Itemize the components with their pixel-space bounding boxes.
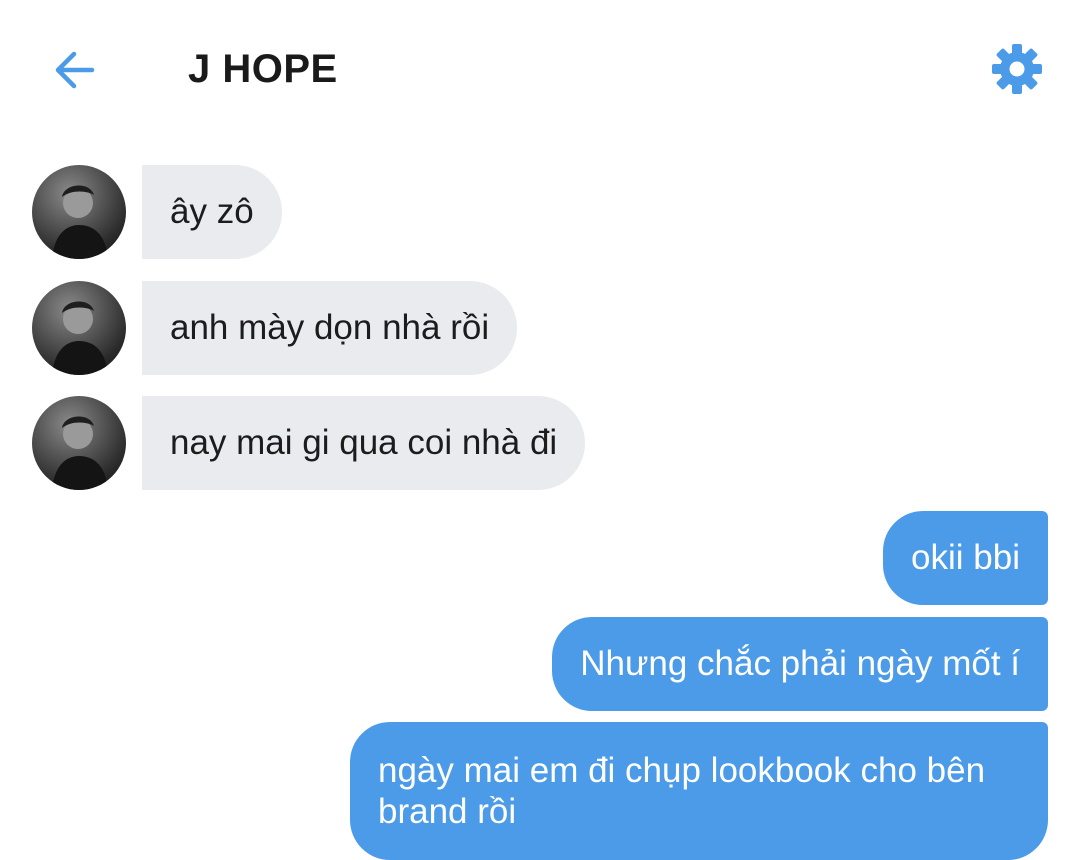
back-button[interactable] <box>44 44 104 100</box>
avatar[interactable] <box>32 165 126 259</box>
message-bubble-incoming: nay mai gi qua coi nhà đi <box>142 396 586 490</box>
message-bubble-incoming: anh mày dọn nhà rồi <box>142 281 518 375</box>
message-bubble-outgoing: ngày mai em đi chụp lookbook cho bên bra… <box>350 722 1048 860</box>
message-bubble-outgoing: okii bbi <box>883 511 1048 605</box>
avatar[interactable] <box>32 281 126 375</box>
gear-icon <box>990 42 1044 101</box>
message-bubble-incoming: ây zô <box>142 165 282 259</box>
arrow-left-icon <box>52 50 96 95</box>
chat-title: J HOPE <box>188 47 338 91</box>
message-bubble-outgoing: Nhưng chắc phải ngày mốt í <box>552 617 1048 711</box>
settings-button[interactable] <box>986 40 1048 102</box>
avatar[interactable] <box>32 396 126 490</box>
